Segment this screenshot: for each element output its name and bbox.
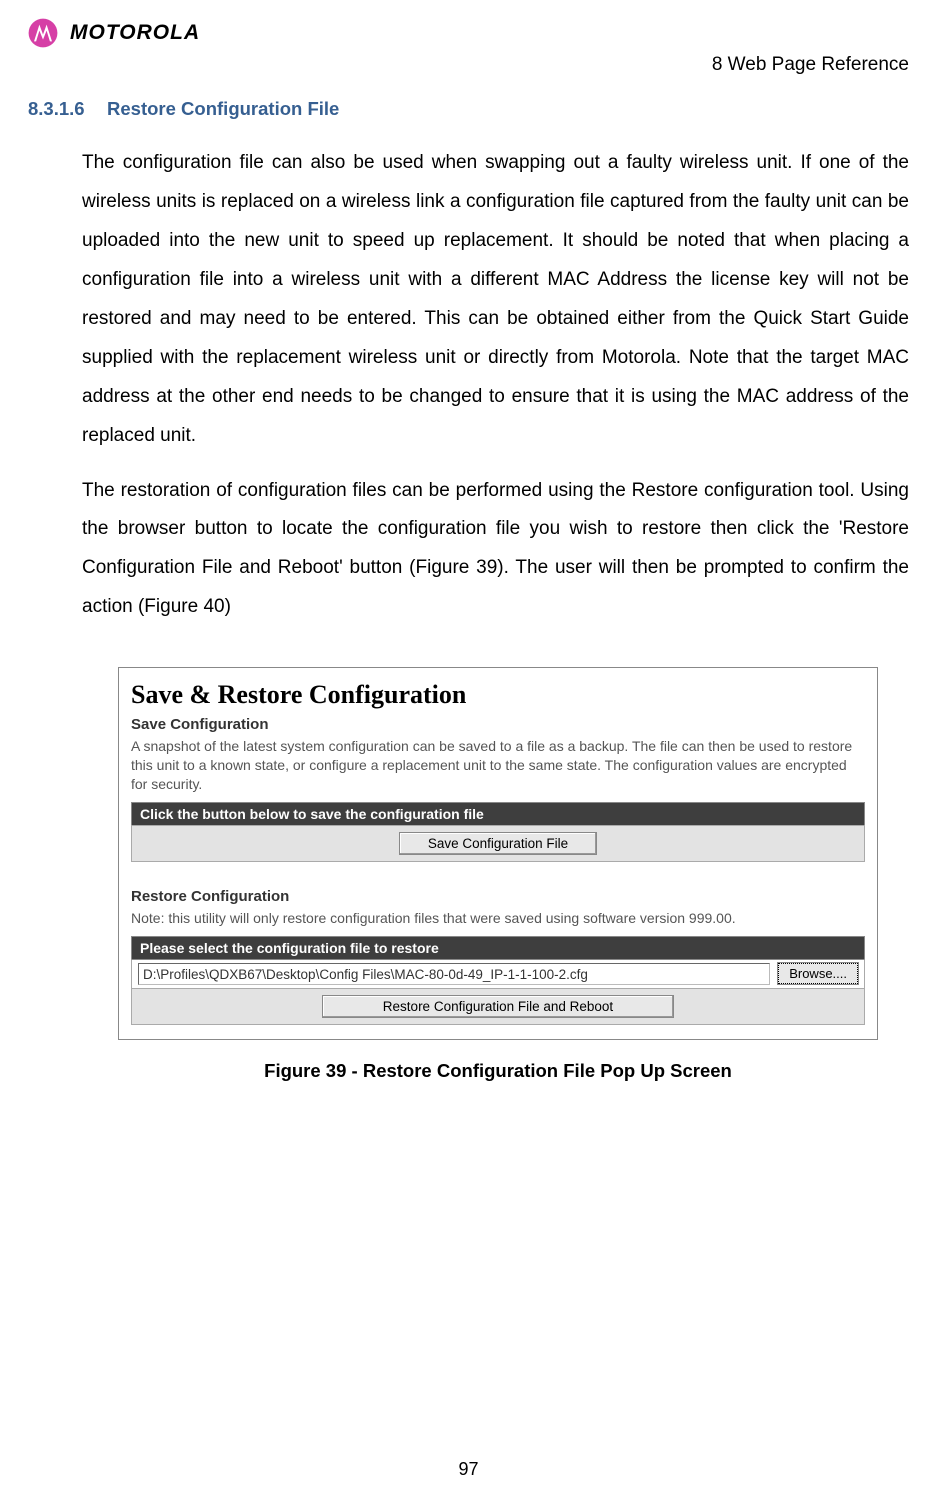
- paragraph-1: The configuration file can also be used …: [82, 144, 909, 456]
- paragraph-2: The restoration of configuration files c…: [82, 472, 909, 628]
- file-path-input[interactable]: D:\Profiles\QDXB67\Desktop\Config Files\…: [138, 963, 770, 985]
- section-number: 8.3.1.6: [28, 98, 85, 120]
- document-header: MOTOROLA: [28, 18, 909, 48]
- save-button-row: Save Configuration File: [131, 825, 865, 862]
- file-select-row: D:\Profiles\QDXB67\Desktop\Config Files\…: [131, 959, 865, 989]
- save-instruction-bar: Click the button below to save the confi…: [131, 802, 865, 825]
- restore-config-note: Note: this utility will only restore con…: [131, 909, 865, 928]
- section-heading: 8.3.1.6 Restore Configuration File: [28, 98, 909, 120]
- motorola-logo-icon: [28, 18, 58, 48]
- save-config-heading: Save Configuration: [131, 716, 865, 733]
- browse-button[interactable]: Browse....: [778, 963, 858, 984]
- restore-button-row: Restore Configuration File and Reboot: [131, 989, 865, 1025]
- body-content: The configuration file can also be used …: [82, 144, 909, 627]
- save-configuration-button[interactable]: Save Configuration File: [399, 832, 597, 855]
- restore-instruction-bar: Please select the configuration file to …: [131, 936, 865, 959]
- save-config-description: A snapshot of the latest system configur…: [131, 737, 865, 794]
- figure-39: Save & Restore Configuration Save Config…: [118, 667, 878, 1082]
- screenshot-title: Save & Restore Configuration: [131, 680, 865, 710]
- page-number: 97: [0, 1459, 937, 1480]
- figure-caption: Figure 39 - Restore Configuration File P…: [118, 1060, 878, 1082]
- screenshot-container: Save & Restore Configuration Save Config…: [118, 667, 878, 1040]
- restore-config-heading: Restore Configuration: [131, 888, 865, 905]
- brand-name: MOTOROLA: [70, 21, 200, 45]
- section-title: Restore Configuration File: [107, 98, 339, 119]
- breadcrumb: 8 Web Page Reference: [28, 54, 909, 76]
- restore-and-reboot-button[interactable]: Restore Configuration File and Reboot: [322, 995, 674, 1018]
